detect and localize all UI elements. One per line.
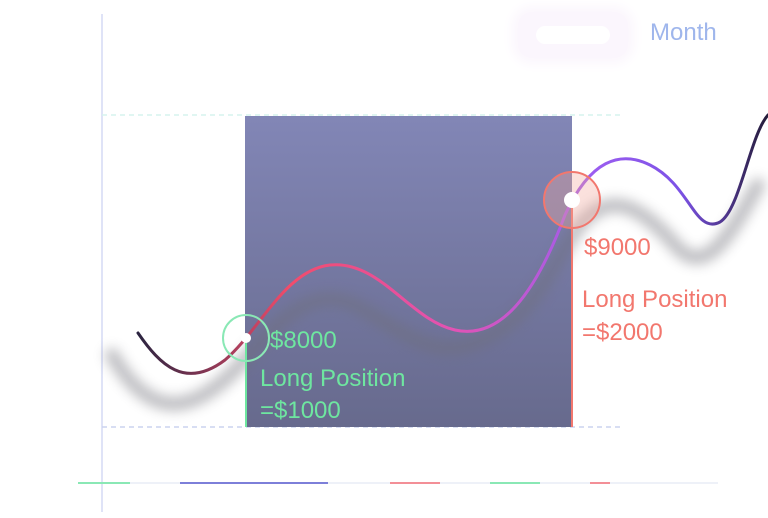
entry-position-label: Long Position — [260, 365, 405, 392]
entry-marker-dot — [241, 333, 251, 343]
entry-price-label: $8000 — [270, 327, 337, 354]
chart-canvas: Month $8000 Long Position =$1000 $9000 L… — [0, 0, 768, 518]
exit-price-label: $9000 — [584, 234, 651, 261]
exit-marker-dot — [564, 192, 580, 208]
exit-position-value: =$2000 — [582, 319, 663, 346]
entry-position-value: =$1000 — [260, 397, 341, 424]
chart-svg: Month $8000 Long Position =$1000 $9000 L… — [78, 14, 768, 512]
exit-position-label: Long Position — [582, 286, 727, 313]
legend-label: Month — [650, 19, 717, 46]
